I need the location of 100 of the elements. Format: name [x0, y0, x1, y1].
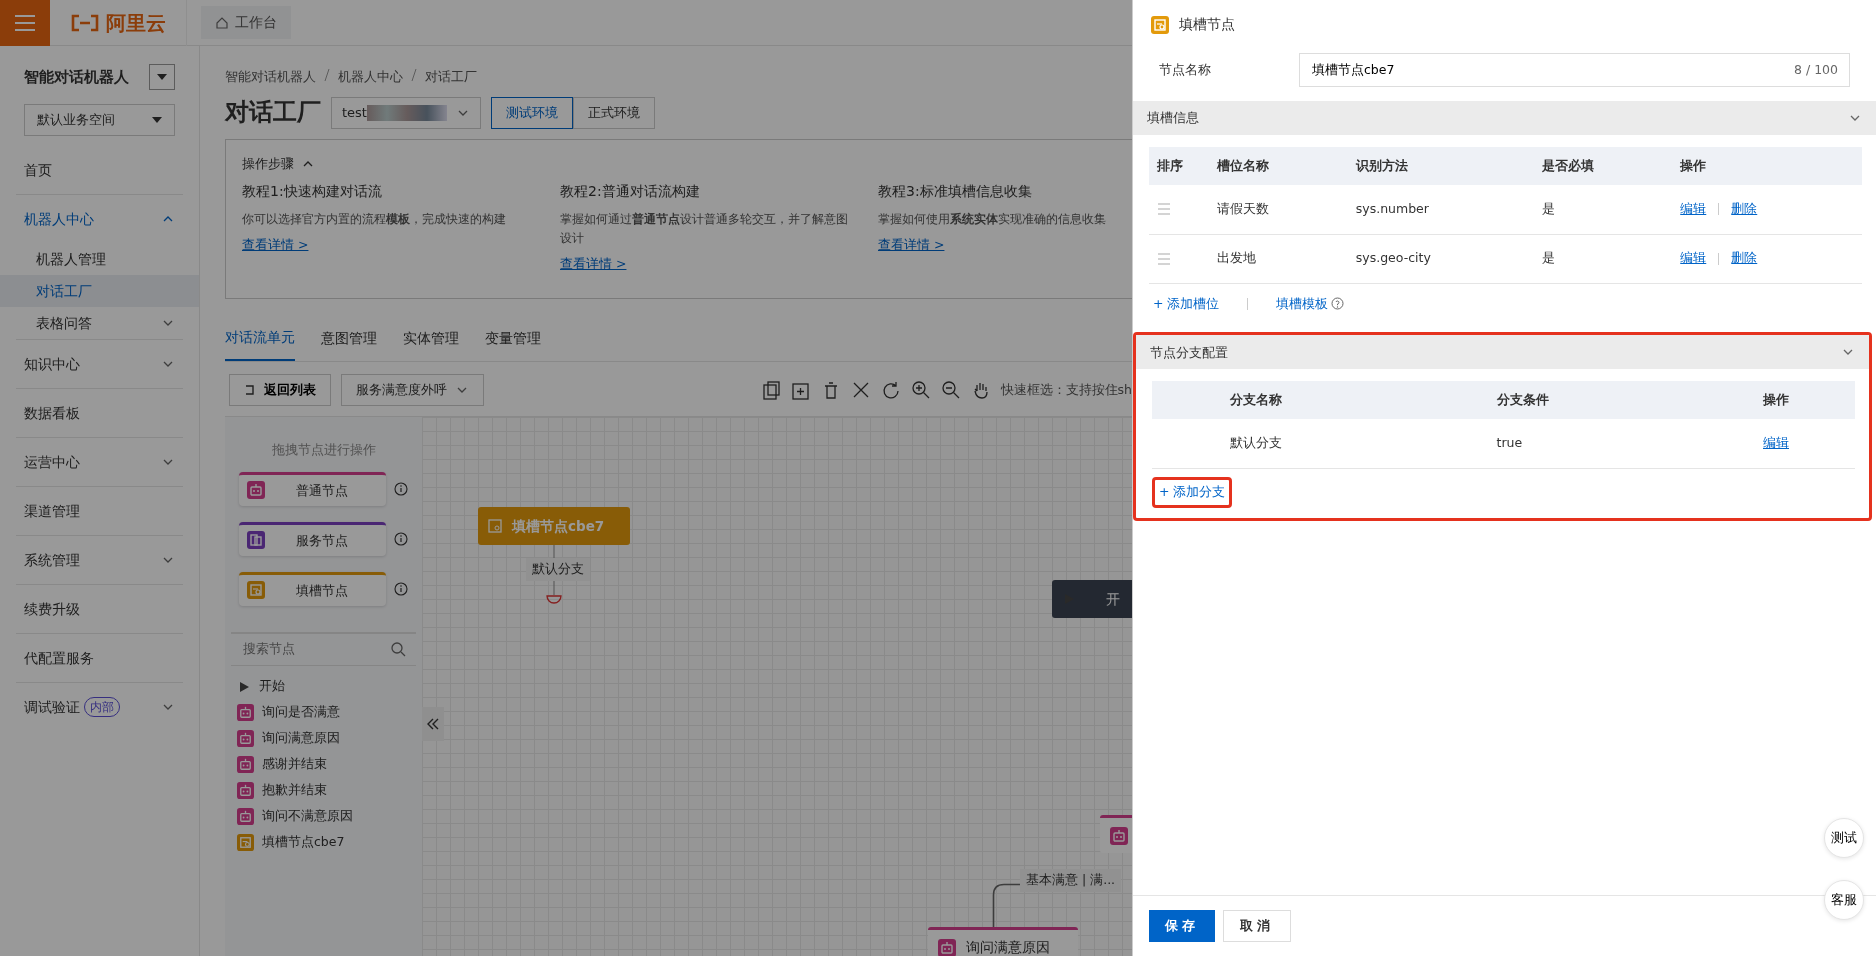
- robot-icon: [247, 481, 265, 500]
- nav-item[interactable]: 渠道管理: [0, 487, 199, 535]
- edge-label: 默认分支: [526, 558, 590, 581]
- add-link[interactable]: + 添加分支: [1152, 476, 1233, 508]
- table-cell: 是: [1533, 234, 1673, 283]
- table-cell: true: [1488, 419, 1755, 469]
- zoom-in-icon[interactable]: [910, 380, 931, 400]
- refresh-icon[interactable]: [880, 380, 901, 400]
- caret-icon: [152, 117, 162, 123]
- cancel-button[interactable]: 取消: [1223, 910, 1291, 942]
- form-icon: [1151, 15, 1169, 34]
- node-list-item[interactable]: 询问满意原因: [225, 725, 422, 752]
- back-button[interactable]: 返回列表: [229, 374, 331, 406]
- robot-icon: [237, 808, 254, 826]
- nav-item[interactable]: 代配置服务: [0, 634, 199, 682]
- flow-node[interactable]: 开: [1052, 580, 1132, 618]
- tutorial-description: 掌握如何使用系统实体实现准确的信息收集: [878, 211, 1107, 229]
- node-list-item[interactable]: 询问是否满意: [225, 699, 422, 726]
- details-link[interactable]: 查看详情 >: [560, 256, 627, 272]
- floating-button[interactable]: 客服: [1824, 880, 1864, 920]
- nav-item[interactable]: 系统管理: [0, 536, 199, 584]
- nav-item[interactable]: 对话工厂: [0, 275, 199, 307]
- add-link[interactable]: 填槽模板: [1272, 291, 1349, 317]
- nav-item[interactable]: 机器人中心: [0, 195, 199, 243]
- tab[interactable]: 对话流单元: [225, 322, 295, 361]
- column-header: 分支名称: [1222, 381, 1489, 420]
- table-cell: 出发地: [1209, 234, 1348, 283]
- table-cell: 请假天数: [1209, 185, 1348, 234]
- breadcrumb-item[interactable]: 对话工厂: [425, 68, 477, 87]
- zoom-out-icon[interactable]: [940, 380, 961, 400]
- section-header[interactable]: 节点分支配置: [1136, 335, 1869, 370]
- info-icon: [394, 531, 408, 546]
- drawer-title: 填槽节点: [1179, 15, 1235, 34]
- node-list-item[interactable]: 填槽节点cbe7: [225, 829, 422, 856]
- action-link[interactable]: 删除: [1731, 250, 1758, 266]
- collapse-button[interactable]: [422, 707, 444, 741]
- node-list-item[interactable]: 询问不满意原因: [225, 803, 422, 830]
- menu-icon: [14, 13, 36, 32]
- flow-select[interactable]: 服务满意度外呼: [341, 374, 484, 406]
- bot-select[interactable]: test: [331, 96, 481, 129]
- node-list-item[interactable]: 抱歉并结束: [225, 777, 422, 804]
- column-header: 槽位名称: [1209, 147, 1348, 185]
- workbench-tab[interactable]: 工作台: [201, 6, 291, 39]
- tutorial-title: 教程2:普通对话流构建: [560, 183, 701, 201]
- add-icon[interactable]: [790, 380, 811, 400]
- environment-tab[interactable]: 正式环境: [573, 96, 655, 129]
- nav-item[interactable]: 续费升级: [0, 585, 199, 633]
- add-link[interactable]: + 添加槽位: [1149, 291, 1224, 317]
- details-link[interactable]: 查看详情 >: [242, 237, 309, 253]
- breadcrumb-item[interactable]: 机器人中心: [338, 68, 403, 87]
- search-icon: [390, 641, 406, 658]
- breadcrumb-item[interactable]: 智能对话机器人: [225, 68, 316, 87]
- node-list-item[interactable]: 感谢并结束: [225, 751, 422, 778]
- node-search-field[interactable]: 搜索节点: [241, 638, 381, 660]
- column-header: 分支条件: [1488, 381, 1755, 420]
- nav-item[interactable]: 数据看板: [0, 389, 199, 437]
- node-template[interactable]: 填槽节点: [239, 571, 386, 606]
- edge-label: 基本满意 | 满...: [1020, 869, 1122, 892]
- form-icon: [237, 834, 254, 852]
- nav-item[interactable]: 机器人管理: [0, 243, 199, 275]
- table-cell: sys.geo-city: [1347, 234, 1534, 283]
- flow-node[interactable]: 询问满意原因: [928, 927, 1078, 956]
- nav-item[interactable]: 调试验证 内部: [0, 683, 199, 731]
- robot-icon: [237, 704, 254, 722]
- info-icon: [394, 581, 408, 596]
- action-link[interactable]: 编辑: [1763, 435, 1789, 451]
- floating-button[interactable]: 测试: [1824, 818, 1864, 858]
- help-icon: [1331, 297, 1345, 311]
- dropdown-button[interactable]: [149, 64, 175, 90]
- caret-icon: [157, 74, 167, 80]
- tutorial-title: 教程1:快速构建对话流: [242, 183, 383, 201]
- node-template[interactable]: 普通节点: [239, 471, 386, 506]
- nav-item[interactable]: 运营中心: [0, 438, 199, 486]
- node-list-item[interactable]: 开始: [225, 673, 422, 700]
- nav-item[interactable]: 知识中心: [0, 340, 199, 388]
- nav-item[interactable]: 首页: [0, 146, 199, 194]
- node-template[interactable]: 服务节点: [239, 521, 386, 556]
- section-header[interactable]: 填槽信息: [1133, 101, 1876, 135]
- copy-icon[interactable]: [760, 380, 781, 400]
- workspace-select[interactable]: 默认业务空间: [24, 104, 175, 136]
- column-header: 排序: [1149, 147, 1209, 185]
- slash-icon: [324, 68, 330, 82]
- menu-button[interactable]: [0, 0, 50, 46]
- tab[interactable]: 实体管理: [403, 322, 459, 361]
- action-link[interactable]: 编辑: [1680, 250, 1707, 266]
- action-link[interactable]: 编辑: [1680, 200, 1707, 216]
- double-chevron-left-icon: [426, 717, 440, 731]
- action-link[interactable]: 删除: [1731, 200, 1758, 216]
- save-button[interactable]: 保存: [1149, 910, 1215, 942]
- tab[interactable]: 变量管理: [485, 322, 541, 361]
- environment-tab[interactable]: 测试环境: [491, 96, 573, 129]
- table-cell: sys.number: [1347, 185, 1534, 234]
- details-link[interactable]: 查看详情 >: [878, 237, 945, 253]
- endpoint-icon: [546, 595, 562, 604]
- drag-handle-icon[interactable]: [1157, 252, 1171, 265]
- select-value: test: [342, 104, 367, 122]
- connector-line: [992, 883, 1022, 927]
- tab[interactable]: 意图管理: [321, 322, 377, 361]
- nav-item[interactable]: 表格问答: [0, 307, 199, 339]
- drag-handle-icon[interactable]: [1157, 203, 1171, 216]
